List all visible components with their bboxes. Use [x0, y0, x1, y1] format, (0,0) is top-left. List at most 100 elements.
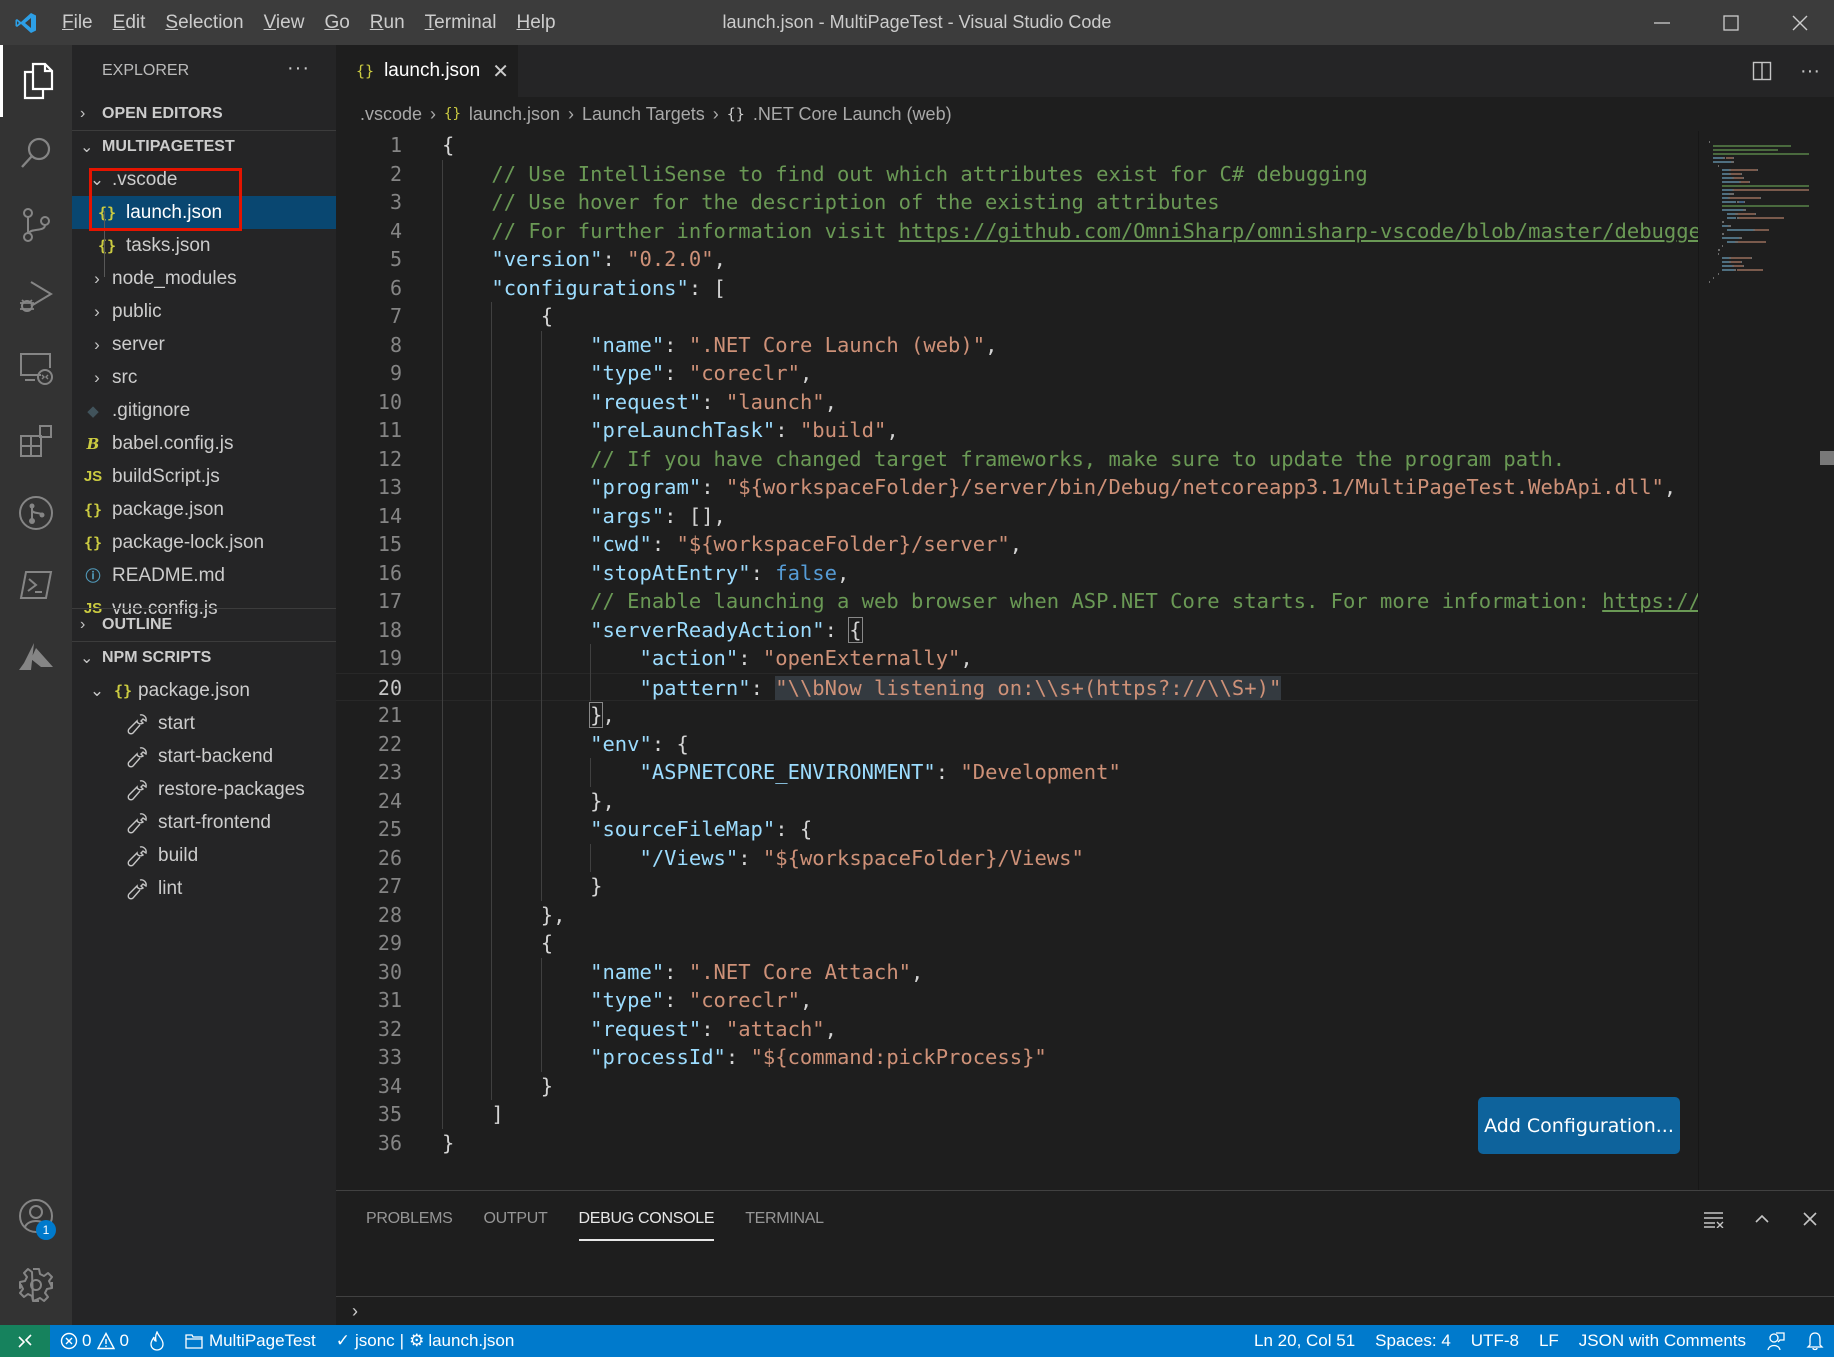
tree-item[interactable]: {} package-lock.json [72, 526, 336, 559]
comment-link[interactable]: https://aka.ms/VSCode-CS-LaunchJson-WebB… [1602, 589, 1698, 613]
code-line: 4 // For further information visit https… [336, 217, 1698, 246]
panel-tab-debug-console[interactable]: DEBUG CONSOLE [578, 1191, 714, 1247]
menu-file[interactable]: File [52, 0, 103, 45]
maximize-button[interactable] [1696, 0, 1765, 45]
panel-tab-problems[interactable]: PROBLEMS [366, 1191, 453, 1247]
code-token: : [701, 1016, 726, 1041]
outline-section[interactable]: › OUTLINE [72, 608, 336, 641]
npm-script-item[interactable]: start-frontend [72, 806, 336, 839]
menu-run[interactable]: Run [360, 0, 415, 45]
scrollbar-thumb[interactable] [1820, 451, 1834, 465]
explorer-more-actions-button[interactable]: ··· [287, 57, 310, 80]
extensions-icon[interactable] [0, 405, 72, 477]
menu-view[interactable]: View [254, 0, 315, 45]
clear-console-icon[interactable] [1690, 1210, 1738, 1228]
problems-status[interactable]: 0 0 [50, 1325, 139, 1357]
npm-package-json[interactable]: ⌄ {} package.json [72, 674, 336, 707]
run-debug-icon[interactable] [0, 261, 72, 333]
breadcrumb-item[interactable]: .NET Core Launch (web) [753, 104, 952, 125]
explorer-icon[interactable] [0, 45, 72, 117]
settings-gear-icon[interactable] [0, 1249, 72, 1321]
close-window-button[interactable] [1765, 0, 1834, 45]
code-token: : [701, 389, 726, 414]
tab-launch-json[interactable]: {} launch.json ✕ [336, 45, 518, 97]
tree-item[interactable]: › server [72, 328, 336, 361]
cursor-position[interactable]: Ln 20, Col 51 [1244, 1325, 1365, 1357]
object-icon: {} [726, 105, 745, 123]
menu-go[interactable]: Go [314, 0, 359, 45]
open-editors-section[interactable]: › OPEN EDITORS [72, 97, 336, 130]
tree-item[interactable]: {} package.json [72, 493, 336, 526]
bottom-panel: PROBLEMS OUTPUT DEBUG CONSOLE TERMINAL › [336, 1190, 1834, 1325]
notifications-bell-icon[interactable] [1796, 1325, 1834, 1357]
npm-script-item[interactable]: build [72, 839, 336, 872]
code-token: "version" [491, 247, 603, 271]
tree-item[interactable]: › node_modules [72, 262, 336, 295]
tree-item[interactable]: ⌄ .vscode [72, 163, 336, 196]
maximize-panel-icon[interactable] [1738, 1210, 1786, 1228]
indentation[interactable]: Spaces: 4 [1365, 1325, 1461, 1357]
split-editor-icon[interactable] [1738, 61, 1786, 81]
flame-icon[interactable] [139, 1325, 175, 1357]
tree-item[interactable]: JS buildScript.js [72, 460, 336, 493]
panel-tab-terminal[interactable]: TERMINAL [745, 1191, 824, 1247]
editor-tab-bar: {} launch.json ✕ ··· [336, 45, 1834, 97]
tree-item[interactable]: ◆ .gitignore [72, 394, 336, 427]
end-of-line[interactable]: LF [1529, 1325, 1569, 1357]
project-status[interactable]: MultiPageTest [175, 1325, 326, 1357]
npm-script-item[interactable]: start [72, 707, 336, 740]
menu-selection[interactable]: Selection [155, 0, 253, 45]
code-editor[interactable]: 1{2 // Use IntelliSense to find out whic… [336, 131, 1698, 1191]
tree-item[interactable]: {} launch.json [72, 196, 336, 229]
editor-more-actions-icon[interactable]: ··· [1786, 60, 1834, 83]
minimap-line [1750, 257, 1752, 259]
add-configuration-button[interactable]: Add Configuration... [1478, 1097, 1680, 1154]
remote-explorer-icon[interactable] [0, 333, 72, 405]
source-control-icon[interactable] [0, 189, 72, 261]
menu-help[interactable]: Help [506, 0, 565, 45]
tree-item[interactable]: › src [72, 361, 336, 394]
npm-script-item[interactable]: start-backend [72, 740, 336, 773]
menu-edit[interactable]: Edit [103, 0, 156, 45]
minimap-line [1733, 157, 1735, 159]
code-line: 29 { [336, 929, 1698, 958]
code-token: , [824, 1016, 837, 1041]
npm-script-item[interactable]: restore-packages [72, 773, 336, 806]
breadcrumb-item[interactable]: launch.json [469, 104, 560, 125]
close-panel-icon[interactable] [1786, 1210, 1834, 1228]
minimize-button[interactable] [1627, 0, 1696, 45]
babel-file-icon: B [86, 434, 100, 453]
code-token: "${workspaceFolder}/Views" [762, 845, 1084, 870]
npm-script-item[interactable]: lint [72, 872, 336, 905]
workspace-section[interactable]: ⌄ MULTIPAGETEST [72, 130, 336, 163]
git-graph-icon[interactable] [0, 477, 72, 549]
code-token: "type" [590, 988, 665, 1012]
tree-item[interactable]: ⓘ README.md [72, 559, 336, 592]
menu-terminal[interactable]: Terminal [415, 0, 507, 45]
search-icon[interactable] [0, 117, 72, 189]
code-token: "cwd" [590, 532, 652, 556]
feedback-icon[interactable] [1756, 1325, 1796, 1357]
npm-scripts-section[interactable]: ⌄ NPM SCRIPTS [72, 641, 336, 674]
info-file-icon: ⓘ [85, 568, 101, 585]
powershell-icon[interactable] [0, 549, 72, 621]
schema-status[interactable]: ✓ jsonc | ⚙ launch.json [326, 1325, 525, 1357]
breadcrumb-item[interactable]: Launch Targets [582, 104, 705, 125]
debug-console-input[interactable]: › [336, 1296, 1834, 1326]
tree-item[interactable]: › public [72, 295, 336, 328]
remote-indicator-icon[interactable] [0, 1325, 50, 1357]
comment-link[interactable]: https://github.com/OmniSharp/omnisharp-v… [899, 219, 1698, 243]
breadcrumb-item[interactable]: .vscode [360, 104, 422, 125]
minimap-line [1734, 265, 1744, 267]
tree-item[interactable]: Bbabel.config.js [72, 427, 336, 460]
encoding[interactable]: UTF-8 [1461, 1325, 1529, 1357]
minimap-line [1722, 181, 1739, 183]
panel-tab-output[interactable]: OUTPUT [484, 1191, 548, 1247]
azure-icon[interactable] [0, 621, 72, 693]
tree-item[interactable]: {} tasks.json [72, 229, 336, 262]
minimap[interactable] [1698, 131, 1834, 1191]
close-tab-icon[interactable]: ✕ [492, 59, 509, 84]
indent-guide [540, 330, 542, 901]
language-mode[interactable]: JSON with Comments [1569, 1325, 1756, 1357]
accounts-icon[interactable]: 1 [0, 1180, 72, 1252]
